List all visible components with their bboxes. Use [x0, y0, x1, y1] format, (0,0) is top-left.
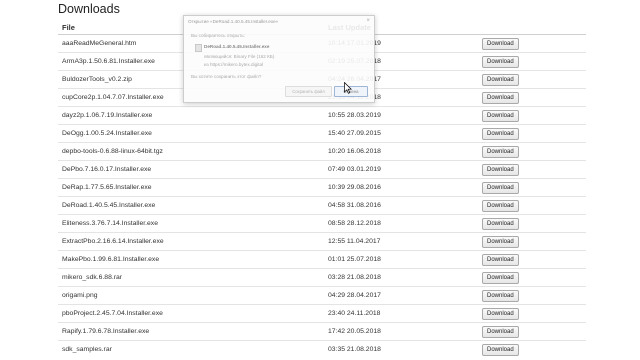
download-button[interactable]: Download — [482, 325, 519, 338]
download-button[interactable]: Download — [482, 343, 519, 356]
file-name-cell: ExtractPbo.2.16.6.14.Installer.exe — [58, 232, 324, 251]
file-icon — [195, 44, 202, 52]
dialog-file-type: являющийся: Binary File (162 КБ) — [204, 54, 275, 59]
last-update-cell: 04:29 28.04.2017 — [324, 286, 478, 305]
download-button[interactable]: Download — [482, 199, 519, 212]
last-update-cell: 03:28 21.08.2018 — [324, 268, 478, 287]
table-row: DeRoad.1.40.5.45.Installer.exe 04:58 31.0… — [58, 196, 586, 215]
table-row: origami.png 04:29 28.04.2017 Download — [58, 286, 586, 305]
table-row: sdk_samples.rar 03:35 21.08.2018 Download — [58, 340, 586, 358]
download-button[interactable]: Download — [482, 73, 519, 86]
download-cell: Download — [478, 304, 586, 323]
mouse-cursor-icon — [344, 82, 352, 94]
last-update-cell: 23:40 24.11.2018 — [324, 304, 478, 323]
last-update-cell: 10:55 28.03.2019 — [324, 106, 478, 125]
download-cell: Download — [478, 52, 586, 71]
download-cell: Download — [478, 88, 586, 107]
file-name-cell: depbo-tools-0.6.88-linux-64bit.tgz — [58, 142, 324, 161]
file-name-cell: MakePbo.1.99.6.81.Installer.exe — [58, 250, 324, 269]
last-update-cell: 15:40 27.09.2015 — [324, 124, 478, 143]
page-title: Downloads — [58, 2, 120, 16]
last-update-cell: 12:55 11.04.2017 — [324, 232, 478, 251]
file-name-cell: sdk_samples.rar — [58, 340, 324, 358]
table-row: MakePbo.1.99.6.81.Installer.exe 01:01 25.… — [58, 250, 586, 269]
download-cell: Download — [478, 35, 586, 53]
download-cell: Download — [478, 178, 586, 197]
download-cell: Download — [478, 142, 586, 161]
download-button[interactable]: Download — [482, 289, 519, 302]
dialog-intro-text: Вы собираетесь открыть: — [191, 33, 246, 38]
download-button[interactable]: Download — [482, 127, 519, 140]
download-button[interactable]: Download — [482, 253, 519, 266]
download-button[interactable]: Download — [482, 181, 519, 194]
download-button[interactable]: Download — [482, 91, 519, 104]
download-cell: Download — [478, 232, 586, 251]
download-button[interactable]: Download — [482, 37, 519, 50]
file-name-cell: Rapify.1.79.6.78.Installer.exe — [58, 322, 324, 341]
download-cell: Download — [478, 160, 586, 179]
table-row: ExtractPbo.2.16.6.14.Installer.exe 12:55 … — [58, 232, 586, 251]
dialog-filename: DeRoad.1.40.5.45.Installer.exe — [204, 44, 270, 49]
table-row: pboProject.2.45.7.04.Installer.exe 23:40 … — [58, 304, 586, 323]
download-button[interactable]: Download — [482, 307, 519, 320]
download-cell: Download — [478, 268, 586, 287]
download-cell: Download — [478, 214, 586, 233]
dialog-title: Открытие «DeRoad.1.40.5.45.Installer.exe… — [188, 19, 279, 24]
dialog-close-icon[interactable]: × — [366, 18, 370, 24]
save-file-button[interactable]: Сохранить файл — [285, 86, 332, 97]
last-update-cell: 10:20 16.06.2018 — [324, 142, 478, 161]
download-button[interactable]: Download — [482, 235, 519, 248]
download-cell: Download — [478, 340, 586, 358]
download-cell: Download — [478, 124, 586, 143]
table-row: Rapify.1.79.6.78.Installer.exe 17:42 20.0… — [58, 322, 586, 341]
download-cell: Download — [478, 250, 586, 269]
file-name-cell: DeRoad.1.40.5.45.Installer.exe — [58, 196, 324, 215]
file-name-cell: mikero_sdk.6.88.rar — [58, 268, 324, 287]
download-button[interactable]: Download — [482, 109, 519, 122]
file-name-cell: origami.png — [58, 286, 324, 305]
table-row: mikero_sdk.6.88.rar 03:28 21.08.2018 Downl… — [58, 268, 586, 287]
download-cell: Download — [478, 106, 586, 125]
download-cell: Download — [478, 322, 586, 341]
download-button[interactable]: Download — [482, 217, 519, 230]
download-cell: Download — [478, 70, 586, 89]
dialog-question: Вы хотите сохранить этот файл? — [191, 74, 262, 79]
table-row: DeOgg.1.00.5.24.Installer.exe 15:40 27.09… — [58, 124, 586, 143]
file-name-cell: Eliteness.3.76.7.14.Installer.exe — [58, 214, 324, 233]
table-row: dayz2p.1.06.7.19.Installer.exe 10:55 28.0… — [58, 106, 586, 125]
last-update-cell: 01:01 25.07.2018 — [324, 250, 478, 269]
file-name-cell: pboProject.2.45.7.04.Installer.exe — [58, 304, 324, 323]
download-button[interactable]: Download — [482, 55, 519, 68]
last-update-cell: 10:39 29.08.2016 — [324, 178, 478, 197]
dialog-file-source: из https://mikero.bytex.digital — [204, 62, 264, 67]
last-update-cell: 07:49 03.01.2019 — [324, 160, 478, 179]
download-cell: Download — [478, 196, 586, 215]
last-update-cell: 17:42 20.05.2018 — [324, 322, 478, 341]
table-row: DePbo.7.16.0.17.Installer.exe 07:49 03.01… — [58, 160, 586, 179]
file-name-cell: dayz2p.1.06.7.19.Installer.exe — [58, 106, 324, 125]
download-button[interactable]: Download — [482, 145, 519, 158]
download-column-header — [478, 20, 586, 35]
download-button[interactable]: Download — [482, 163, 519, 176]
table-row: Eliteness.3.76.7.14.Installer.exe 08:58 2… — [58, 214, 586, 233]
last-update-cell: 04:58 31.08.2016 — [324, 196, 478, 215]
last-update-cell: 08:58 28.12.2018 — [324, 214, 478, 233]
file-name-cell: DeOgg.1.00.5.24.Installer.exe — [58, 124, 324, 143]
last-update-cell: 03:35 21.08.2018 — [324, 340, 478, 358]
table-row: depbo-tools-0.6.88-linux-64bit.tgz 10:20 … — [58, 142, 586, 161]
file-name-cell: DePbo.7.16.0.17.Installer.exe — [58, 160, 324, 179]
file-name-cell: DeRap.1.77.5.65.Installer.exe — [58, 178, 324, 197]
download-cell: Download — [478, 286, 586, 305]
table-row: DeRap.1.77.5.65.Installer.exe 10:39 29.08… — [58, 178, 586, 197]
download-button[interactable]: Download — [482, 271, 519, 284]
